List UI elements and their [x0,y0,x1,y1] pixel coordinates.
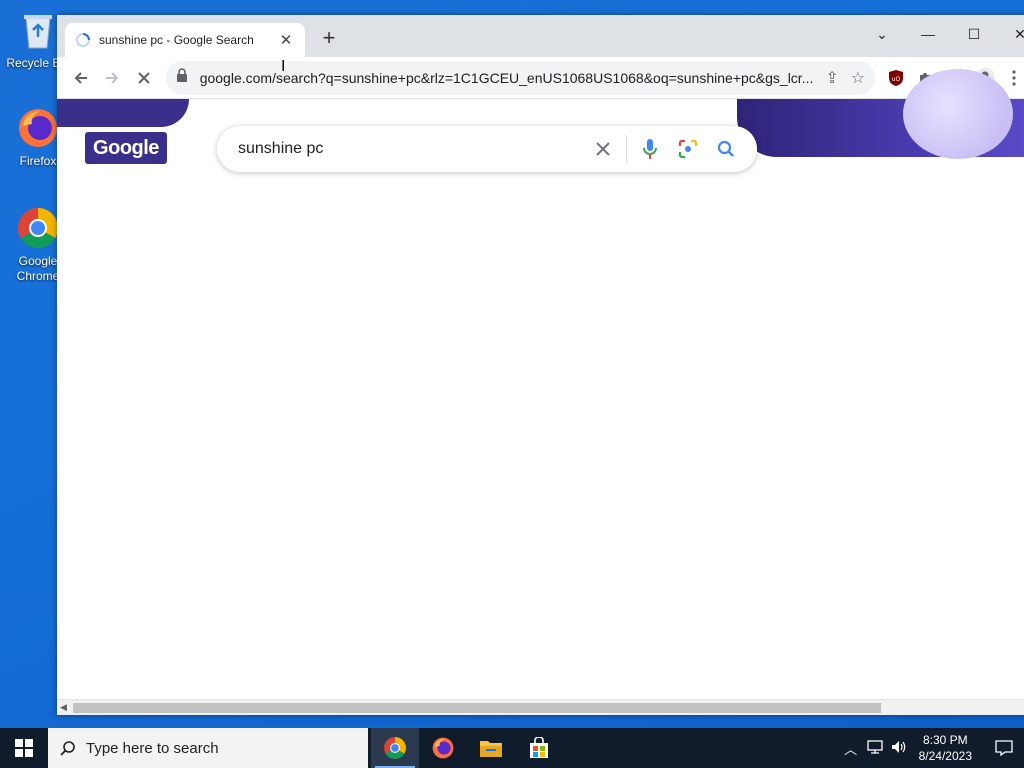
chrome-icon [384,737,406,759]
taskbar-search-box[interactable]: Type here to search [48,728,368,768]
start-button[interactable] [0,728,48,768]
tab-strip: sunshine pc - Google Search ✕ + ⌄ — ☐ ✕ [57,15,1024,57]
bookmark-star-icon[interactable]: ☆ [851,68,865,88]
tab-google-search[interactable]: sunshine pc - Google Search ✕ [65,23,305,57]
search-submit-icon[interactable] [707,130,745,168]
search-icon [60,741,75,756]
address-bar[interactable]: google.com/search?q=sunshine+pc&rlz=1C1G… [165,60,876,95]
ublock-extension-icon[interactable]: uO [881,63,911,93]
window-controls: ⌄ — ☐ ✕ [859,21,1024,47]
lock-icon[interactable] [176,68,190,87]
show-hidden-icons-chevron-icon[interactable]: ︿ [839,739,863,758]
taskbar-search-placeholder: Type here to search [86,739,219,757]
doodle-banner-right [737,69,1024,159]
scrollbar-thumb[interactable] [73,703,881,713]
lens-search-icon[interactable] [669,130,707,168]
forward-button[interactable] [97,62,129,94]
clock[interactable]: 8:30 PM 8/24/2023 [919,732,972,764]
divider [626,135,627,163]
taskbar-apps [371,728,563,768]
recycle-bin-icon [16,8,60,52]
clock-time: 8:30 PM [922,733,968,747]
scroll-left-arrow-icon[interactable]: ◀ [60,702,67,713]
loading-spinner-icon [75,32,91,48]
voice-search-icon[interactable] [631,130,669,168]
url-text[interactable]: google.com/search?q=sunshine+pc&rlz=1C1G… [200,70,814,86]
tab-title: sunshine pc - Google Search [99,33,254,47]
text-cursor-icon: I [281,58,286,75]
store-icon [530,737,548,758]
taskbar-firefox[interactable] [419,728,467,768]
taskbar-chrome[interactable] [371,728,419,768]
search-results-page: Google sunshine pc ◀ [57,69,1024,715]
new-tab-button[interactable]: + [317,26,341,50]
share-icon[interactable]: ⇪ [825,68,838,88]
action-center-icon[interactable] [984,740,1024,756]
taskbar-file-explorer[interactable] [467,728,515,768]
close-tab-icon[interactable]: ✕ [277,31,295,49]
taskbar-microsoft-store[interactable] [515,728,563,768]
close-window-button[interactable]: ✕ [997,21,1024,47]
maximize-button[interactable]: ☐ [951,21,997,47]
search-box[interactable]: sunshine pc [217,126,757,172]
chrome-window: sunshine pc - Google Search ✕ + ⌄ — ☐ ✕ … [57,15,1024,715]
firefox-icon [432,737,454,759]
moon-illustration [903,69,1013,159]
doodle-banner-left [57,99,189,127]
google-doodle-logo[interactable]: Google [85,132,167,164]
system-tray: ︿ 8:30 PM 8/24/2023 [839,732,1024,764]
firefox-icon [16,106,60,150]
taskbar: Type here to search ︿ 8:30 PM 8/24/2023 [0,728,1024,768]
clock-date: 8/24/2023 [918,749,972,763]
windows-logo-icon [15,739,33,757]
tab-search-chevron-icon[interactable]: ⌄ [859,21,905,47]
back-button[interactable] [65,62,97,94]
minimize-button[interactable]: — [905,21,951,47]
clear-search-icon[interactable] [584,130,622,168]
browser-toolbar: google.com/search?q=sunshine+pc&rlz=1C1G… [57,57,1024,99]
horizontal-scrollbar[interactable]: ◀ [57,699,1024,715]
volume-icon[interactable] [887,740,911,757]
stop-loading-button[interactable] [128,62,160,94]
network-icon[interactable] [863,739,887,757]
search-input[interactable]: sunshine pc [238,140,584,158]
folder-icon [480,741,502,757]
chrome-icon [16,206,60,250]
svg-text:uO: uO [892,76,901,83]
